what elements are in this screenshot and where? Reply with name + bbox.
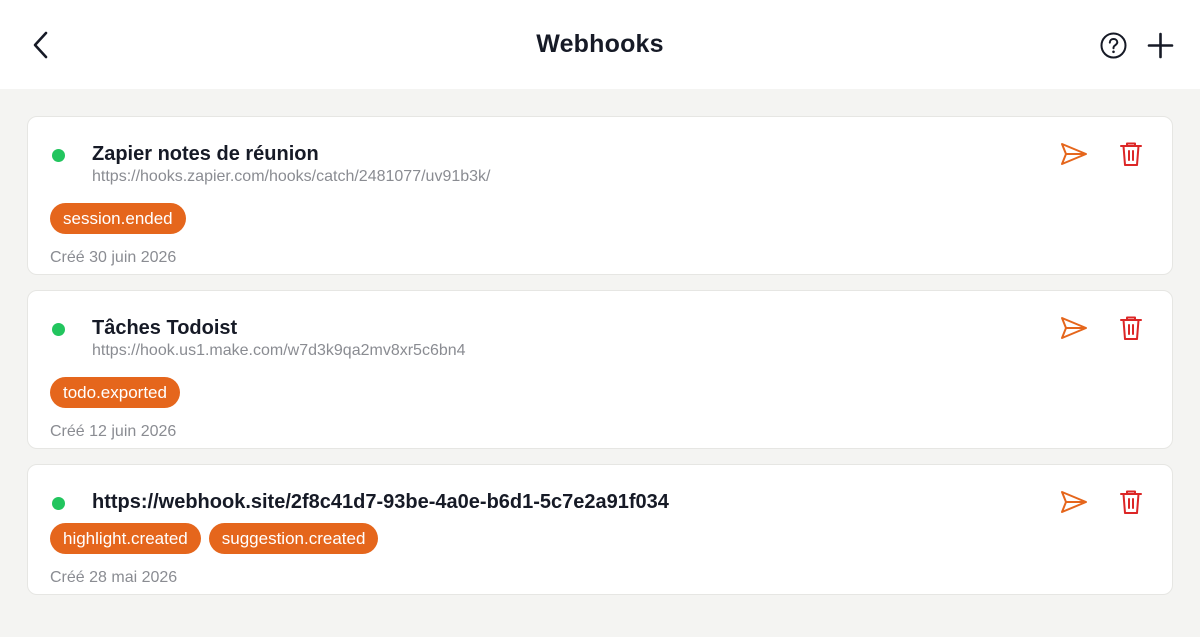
webhook-card[interactable]: https://webhook.site/2f8c41d7-93be-4a0e-… xyxy=(27,464,1173,595)
status-dot xyxy=(52,149,65,162)
event-tag: session.ended xyxy=(50,203,186,234)
created-date: Créé 12 juin 2026 xyxy=(50,423,177,440)
event-tags: session.ended xyxy=(50,203,186,234)
plus-icon xyxy=(1147,32,1174,59)
send-icon xyxy=(1061,317,1087,339)
webhook-card[interactable]: Zapier notes de réunion https://hooks.za… xyxy=(27,116,1173,275)
trash-icon xyxy=(1120,316,1142,340)
status-dot xyxy=(52,497,65,510)
help-button[interactable] xyxy=(1099,31,1128,60)
page-title: Webhooks xyxy=(536,30,664,58)
delete-button[interactable] xyxy=(1116,313,1146,343)
help-circle-icon xyxy=(1100,32,1127,59)
event-tag: highlight.created xyxy=(50,523,201,554)
trash-icon xyxy=(1120,490,1142,514)
test-send-button[interactable] xyxy=(1059,487,1089,517)
created-date: Créé 30 juin 2026 xyxy=(50,249,177,266)
event-tag: todo.exported xyxy=(50,377,180,408)
delete-button[interactable] xyxy=(1116,139,1146,169)
created-date: Créé 28 mai 2026 xyxy=(50,569,178,586)
webhook-name: https://webhook.site/2f8c41d7-93be-4a0e-… xyxy=(92,491,669,513)
webhook-name: Zapier notes de réunion xyxy=(92,143,319,165)
event-tags: todo.exported xyxy=(50,377,180,408)
test-send-button[interactable] xyxy=(1059,313,1089,343)
event-tags: highlight.created suggestion.created xyxy=(50,523,379,554)
header-bar: Webhooks xyxy=(0,0,1200,89)
status-dot xyxy=(52,323,65,336)
send-icon xyxy=(1061,491,1087,513)
delete-button[interactable] xyxy=(1116,487,1146,517)
webhook-card[interactable]: Tâches Todoist https://hook.us1.make.com… xyxy=(27,290,1173,449)
send-icon xyxy=(1061,143,1087,165)
trash-icon xyxy=(1120,142,1142,166)
test-send-button[interactable] xyxy=(1059,139,1089,169)
webhook-url: https://hooks.zapier.com/hooks/catch/248… xyxy=(92,168,491,185)
event-tag: suggestion.created xyxy=(208,523,379,554)
webhook-url: https://hook.us1.make.com/w7d3k9qa2mv8xr… xyxy=(92,342,466,359)
webhook-name: Tâches Todoist xyxy=(92,317,238,339)
add-webhook-button[interactable] xyxy=(1146,31,1175,60)
